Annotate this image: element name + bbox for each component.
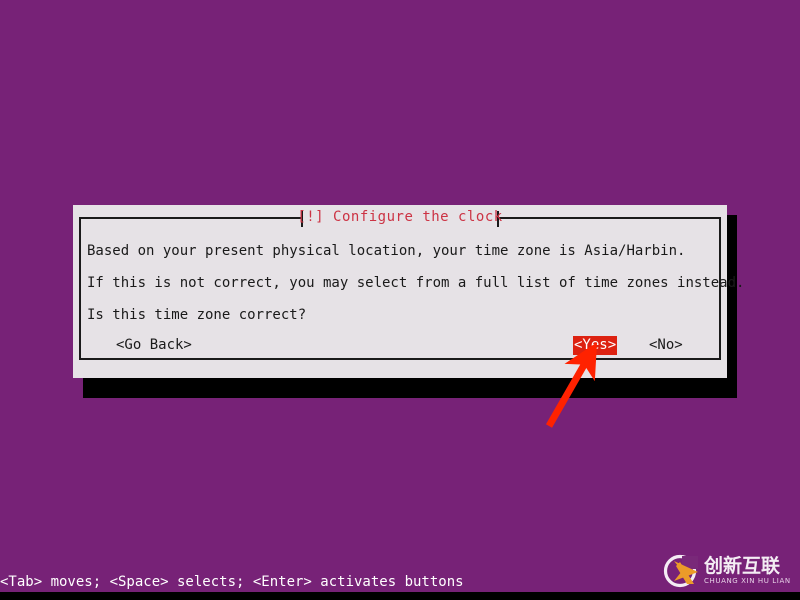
dialog-body-line-3: Is this time zone correct? xyxy=(87,307,307,323)
dialog-body-line-2: If this is not correct, you may select f… xyxy=(87,275,745,291)
terminal-screen: [!] Configure the clock Based on your pr… xyxy=(0,0,800,600)
dialog-title: [!] Configure the clock xyxy=(297,209,503,225)
watermark-mark-icon xyxy=(660,550,702,592)
dialog-button-row: <Go Back> <Yes> <No> xyxy=(14,336,683,356)
dialog-body-text: Based on your present physical location,… xyxy=(87,235,745,331)
dialog-body-line-1: Based on your present physical location,… xyxy=(87,243,686,259)
watermark-logo: 创新互联 CHUANG XIN HU LIAN xyxy=(660,549,798,593)
watermark-pinyin-text: CHUANG XIN HU LIAN xyxy=(704,577,791,585)
watermark-text: 创新互联 CHUANG XIN HU LIAN xyxy=(704,556,791,586)
go-back-button[interactable]: <Go Back> xyxy=(115,336,193,355)
watermark-cn-text: 创新互联 xyxy=(704,555,781,577)
dialog-titlebar: [!] Configure the clock xyxy=(73,205,727,229)
no-button[interactable]: <No> xyxy=(648,336,684,355)
bottom-black-strip xyxy=(0,592,800,600)
yes-button[interactable]: <Yes> xyxy=(573,336,618,355)
